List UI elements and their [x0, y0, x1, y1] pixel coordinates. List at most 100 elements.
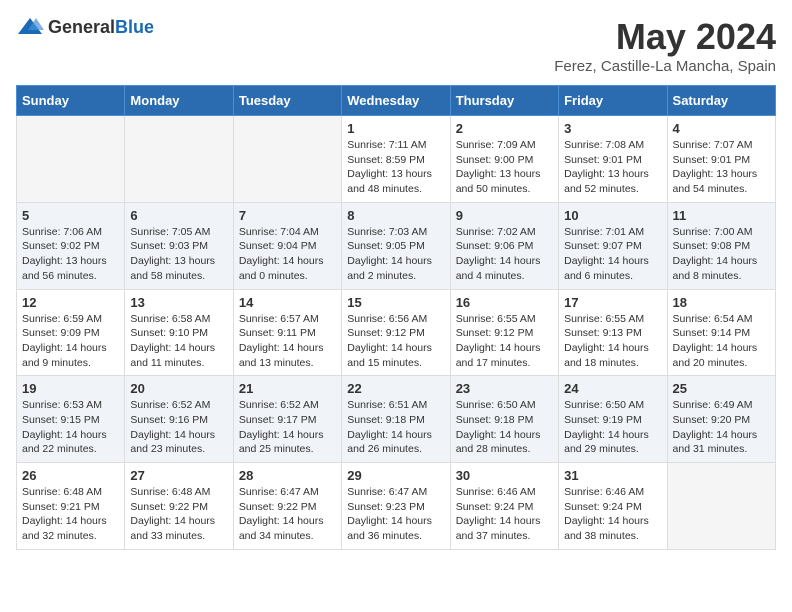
calendar-cell: 26 Sunrise: 6:48 AMSunset: 9:21 PMDayligh…	[17, 463, 125, 550]
day-info: Sunrise: 7:02 AMSunset: 9:06 PMDaylight:…	[456, 225, 553, 284]
day-info: Sunrise: 6:52 AMSunset: 9:17 PMDaylight:…	[239, 398, 336, 457]
day-info: Sunrise: 7:09 AMSunset: 9:00 PMDaylight:…	[456, 138, 553, 197]
day-number: 14	[239, 295, 336, 310]
logo-text-general: General	[48, 17, 115, 37]
calendar-cell: 13 Sunrise: 6:58 AMSunset: 9:10 PMDayligh…	[125, 289, 233, 376]
day-number: 19	[22, 381, 119, 396]
day-number: 26	[22, 468, 119, 483]
calendar-header-row: SundayMondayTuesdayWednesdayThursdayFrid…	[17, 86, 776, 116]
day-info: Sunrise: 6:58 AMSunset: 9:10 PMDaylight:…	[130, 312, 227, 371]
calendar-cell: 21Sunrise: 6:52 AMSunset: 9:17 PMDayligh…	[233, 376, 341, 463]
day-number: 17	[564, 295, 661, 310]
day-number: 22	[347, 381, 444, 396]
day-info: Sunrise: 6:52 AMSunset: 9:16 PMDaylight:…	[130, 398, 227, 457]
calendar-table: SundayMondayTuesdayWednesdayThursdayFrid…	[16, 85, 776, 550]
month-title: May 2024	[554, 16, 776, 58]
day-info: Sunrise: 6:54 AMSunset: 9:14 PMDaylight:…	[673, 312, 770, 371]
calendar-cell: 3 Sunrise: 7:08 AMSunset: 9:01 PMDaylight…	[559, 116, 667, 203]
weekday-header: Saturday	[667, 86, 775, 116]
calendar-cell	[125, 116, 233, 203]
day-info: Sunrise: 6:48 AMSunset: 9:21 PMDaylight:…	[22, 485, 119, 544]
day-info: Sunrise: 6:49 AMSunset: 9:20 PMDaylight:…	[673, 398, 770, 457]
calendar-cell: 5 Sunrise: 7:06 AMSunset: 9:02 PMDaylight…	[17, 202, 125, 289]
calendar-cell: 10Sunrise: 7:01 AMSunset: 9:07 PMDayligh…	[559, 202, 667, 289]
calendar-cell: 30 Sunrise: 6:46 AMSunset: 9:24 PMDayligh…	[450, 463, 558, 550]
day-number: 15	[347, 295, 444, 310]
day-info: Sunrise: 6:50 AMSunset: 9:18 PMDaylight:…	[456, 398, 553, 457]
day-number: 28	[239, 468, 336, 483]
calendar-cell: 19Sunrise: 6:53 AMSunset: 9:15 PMDayligh…	[17, 376, 125, 463]
day-number: 25	[673, 381, 770, 396]
day-info: Sunrise: 7:08 AMSunset: 9:01 PMDaylight:…	[564, 138, 661, 197]
day-number: 6	[130, 208, 227, 223]
day-number: 23	[456, 381, 553, 396]
weekday-header: Tuesday	[233, 86, 341, 116]
day-info: Sunrise: 6:56 AMSunset: 9:12 PMDaylight:…	[347, 312, 444, 371]
day-info: Sunrise: 6:50 AMSunset: 9:19 PMDaylight:…	[564, 398, 661, 457]
calendar-week-row: 12 Sunrise: 6:59 AMSunset: 9:09 PMDayligh…	[17, 289, 776, 376]
calendar-cell: 27 Sunrise: 6:48 AMSunset: 9:22 PMDayligh…	[125, 463, 233, 550]
calendar-cell: 7 Sunrise: 7:04 AMSunset: 9:04 PMDaylight…	[233, 202, 341, 289]
weekday-header: Friday	[559, 86, 667, 116]
calendar-cell: 1 Sunrise: 7:11 AMSunset: 8:59 PMDaylight…	[342, 116, 450, 203]
day-info: Sunrise: 6:59 AMSunset: 9:09 PMDaylight:…	[22, 312, 119, 371]
day-info: Sunrise: 6:48 AMSunset: 9:22 PMDaylight:…	[130, 485, 227, 544]
day-info: Sunrise: 7:00 AMSunset: 9:08 PMDaylight:…	[673, 225, 770, 284]
calendar-cell: 20 Sunrise: 6:52 AMSunset: 9:16 PMDayligh…	[125, 376, 233, 463]
day-info: Sunrise: 7:06 AMSunset: 9:02 PMDaylight:…	[22, 225, 119, 284]
page-header: GeneralBlue May 2024 Ferez, Castille-La …	[16, 16, 776, 75]
day-number: 30	[456, 468, 553, 483]
day-info: Sunrise: 6:55 AMSunset: 9:12 PMDaylight:…	[456, 312, 553, 371]
day-number: 1	[347, 121, 444, 136]
calendar-cell: 17 Sunrise: 6:55 AMSunset: 9:13 PMDayligh…	[559, 289, 667, 376]
day-number: 16	[456, 295, 553, 310]
calendar-week-row: 26 Sunrise: 6:48 AMSunset: 9:21 PMDayligh…	[17, 463, 776, 550]
calendar-cell	[667, 463, 775, 550]
calendar-cell: 24 Sunrise: 6:50 AMSunset: 9:19 PMDayligh…	[559, 376, 667, 463]
day-info: Sunrise: 7:11 AMSunset: 8:59 PMDaylight:…	[347, 138, 444, 197]
day-info: Sunrise: 7:01 AMSunset: 9:07 PMDaylight:…	[564, 225, 661, 284]
day-info: Sunrise: 6:57 AMSunset: 9:11 PMDaylight:…	[239, 312, 336, 371]
day-number: 18	[673, 295, 770, 310]
calendar-cell: 23 Sunrise: 6:50 AMSunset: 9:18 PMDayligh…	[450, 376, 558, 463]
day-info: Sunrise: 6:46 AMSunset: 9:24 PMDaylight:…	[564, 485, 661, 544]
calendar-cell: 6Sunrise: 7:05 AMSunset: 9:03 PMDaylight…	[125, 202, 233, 289]
calendar-cell: 18 Sunrise: 6:54 AMSunset: 9:14 PMDayligh…	[667, 289, 775, 376]
calendar-cell: 9 Sunrise: 7:02 AMSunset: 9:06 PMDaylight…	[450, 202, 558, 289]
calendar-cell: 12 Sunrise: 6:59 AMSunset: 9:09 PMDayligh…	[17, 289, 125, 376]
weekday-header: Sunday	[17, 86, 125, 116]
day-info: Sunrise: 6:55 AMSunset: 9:13 PMDaylight:…	[564, 312, 661, 371]
day-number: 5	[22, 208, 119, 223]
day-number: 4	[673, 121, 770, 136]
calendar-cell: 8 Sunrise: 7:03 AMSunset: 9:05 PMDaylight…	[342, 202, 450, 289]
calendar-cell	[233, 116, 341, 203]
day-number: 9	[456, 208, 553, 223]
calendar-cell: 4 Sunrise: 7:07 AMSunset: 9:01 PMDaylight…	[667, 116, 775, 203]
calendar-cell: 16 Sunrise: 6:55 AMSunset: 9:12 PMDayligh…	[450, 289, 558, 376]
calendar-cell: 29Sunrise: 6:47 AMSunset: 9:23 PMDayligh…	[342, 463, 450, 550]
calendar-cell: 11 Sunrise: 7:00 AMSunset: 9:08 PMDayligh…	[667, 202, 775, 289]
day-number: 27	[130, 468, 227, 483]
day-number: 11	[673, 208, 770, 223]
day-info: Sunrise: 6:46 AMSunset: 9:24 PMDaylight:…	[456, 485, 553, 544]
day-number: 31	[564, 468, 661, 483]
calendar-cell: 28 Sunrise: 6:47 AMSunset: 9:22 PMDayligh…	[233, 463, 341, 550]
calendar-cell	[17, 116, 125, 203]
day-number: 7	[239, 208, 336, 223]
day-number: 24	[564, 381, 661, 396]
day-number: 2	[456, 121, 553, 136]
logo-text-blue: Blue	[115, 17, 154, 37]
day-number: 20	[130, 381, 227, 396]
day-number: 12	[22, 295, 119, 310]
day-info: Sunrise: 6:47 AMSunset: 9:22 PMDaylight:…	[239, 485, 336, 544]
day-info: Sunrise: 7:04 AMSunset: 9:04 PMDaylight:…	[239, 225, 336, 284]
day-info: Sunrise: 7:07 AMSunset: 9:01 PMDaylight:…	[673, 138, 770, 197]
day-number: 13	[130, 295, 227, 310]
day-number: 8	[347, 208, 444, 223]
calendar-week-row: 1 Sunrise: 7:11 AMSunset: 8:59 PMDaylight…	[17, 116, 776, 203]
day-number: 3	[564, 121, 661, 136]
location-title: Ferez, Castille-La Mancha, Spain	[554, 58, 776, 75]
weekday-header: Wednesday	[342, 86, 450, 116]
day-info: Sunrise: 7:03 AMSunset: 9:05 PMDaylight:…	[347, 225, 444, 284]
calendar-week-row: 5 Sunrise: 7:06 AMSunset: 9:02 PMDaylight…	[17, 202, 776, 289]
